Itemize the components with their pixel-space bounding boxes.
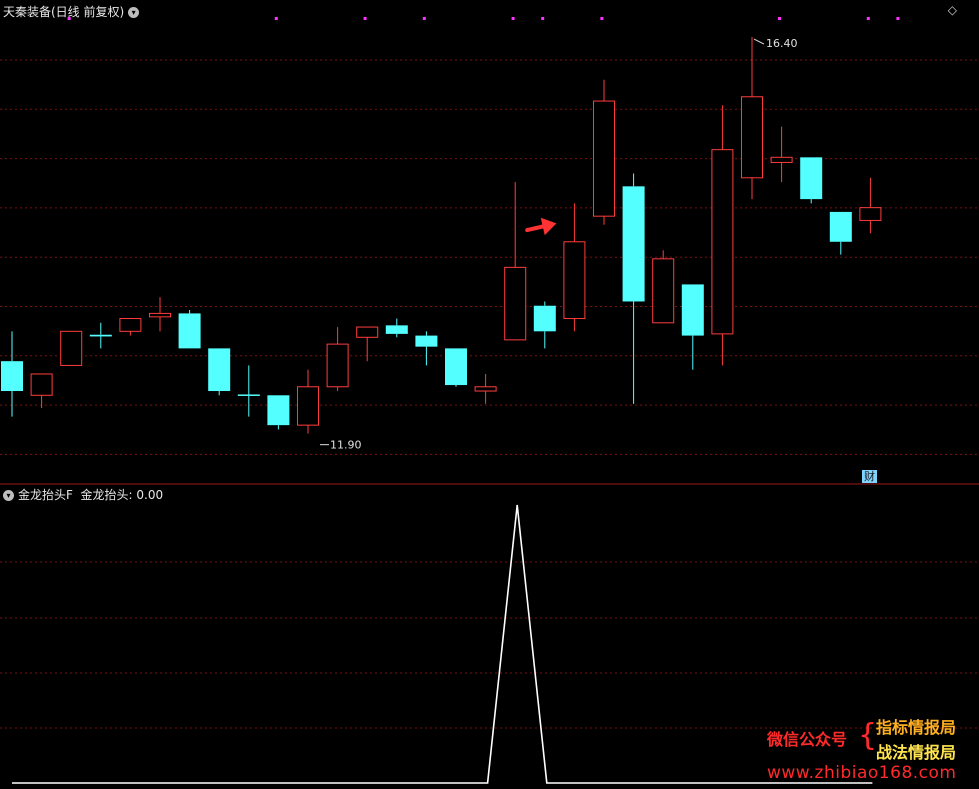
- candle-up: [711, 105, 734, 366]
- candle-body: [89, 334, 112, 337]
- candle-up: [563, 203, 586, 332]
- signal-markers: [67, 17, 900, 20]
- price-gridlines: [0, 59, 979, 455]
- candle-up: [60, 330, 83, 366]
- candle-body: [770, 156, 793, 163]
- candle-body: [149, 312, 171, 318]
- candle-body: [208, 348, 231, 392]
- candle-body: [741, 96, 763, 179]
- candle-body: [829, 211, 852, 242]
- candle-body: [356, 326, 379, 338]
- candle-up: [119, 318, 142, 336]
- candle-up: [770, 126, 793, 183]
- candle-up: [30, 373, 53, 409]
- candle-up: [149, 297, 171, 332]
- up-arrow-annotation: [525, 217, 557, 236]
- candle-body: [504, 266, 527, 341]
- candle-body: [533, 305, 556, 332]
- candle-up: [326, 327, 349, 392]
- candle-up: [297, 369, 319, 434]
- candle-down: [178, 310, 201, 349]
- candle-body: [415, 335, 438, 347]
- candle-up: [474, 373, 497, 404]
- signal-dot: [422, 17, 426, 20]
- signal-dot: [866, 17, 870, 20]
- signal-dot: [274, 17, 278, 20]
- candle-down: [208, 348, 231, 396]
- arrow-shaft: [525, 224, 545, 233]
- signal-dot: [363, 17, 367, 20]
- candle-body: [652, 258, 675, 324]
- candle-down: [445, 348, 467, 387]
- finance-badge[interactable]: 财: [862, 470, 877, 483]
- candle-body: [385, 325, 408, 334]
- candle-body: [474, 386, 497, 392]
- candle-body: [119, 318, 142, 332]
- signal-dot: [600, 17, 604, 20]
- candle-down: [415, 331, 438, 366]
- title-dropdown-icon[interactable]: ▾: [128, 7, 140, 18]
- candle-down: [681, 284, 704, 370]
- candle-body: [1, 361, 23, 392]
- low-price-label: 11.90: [330, 439, 362, 452]
- candle-up: [741, 37, 763, 200]
- indicator-line-jinlong: [12, 504, 873, 784]
- candle-body: [563, 241, 586, 320]
- candle-body: [267, 395, 290, 426]
- candle-body: [326, 343, 349, 388]
- candle-body: [297, 386, 319, 426]
- indicator-name: 金龙抬头F: [18, 488, 73, 502]
- watermark-url: www.zhibiao168.com: [767, 763, 957, 783]
- candle-up: [356, 326, 379, 362]
- candle-up: [593, 79, 615, 225]
- indicator-title-bar: ▾ 金龙抬头F 金龙抬头: 0.00: [3, 486, 163, 503]
- candle-body: [237, 394, 260, 396]
- indicator-gridlines: [0, 561, 979, 729]
- indicator-dropdown-icon[interactable]: ▾: [3, 490, 14, 501]
- candle-down: [800, 157, 823, 204]
- candlestick-series[interactable]: [1, 37, 882, 434]
- candle-body: [622, 186, 645, 302]
- candle-down: [237, 365, 260, 417]
- high-price-label: 16.40: [766, 37, 798, 50]
- signal-dot: [541, 17, 545, 20]
- candle-up: [859, 177, 882, 234]
- candle-body: [859, 207, 882, 221]
- signal-dot: [896, 17, 900, 20]
- arrow-head: [540, 217, 557, 236]
- candle-body: [593, 100, 615, 217]
- indicator-value: 金龙抬头: 0.00: [80, 488, 164, 502]
- candle-down: [267, 395, 290, 430]
- candle-body: [178, 313, 201, 349]
- watermark-line-2: 战法情报局: [876, 743, 957, 762]
- diamond-icon[interactable]: ◇: [948, 3, 957, 17]
- watermark-wechat-label: 微信公众号: [767, 730, 848, 749]
- candle-body: [445, 348, 467, 386]
- stock-title: 天秦装备(日线 前复权): [3, 5, 125, 19]
- candle-down: [89, 322, 112, 349]
- signal-dot: [778, 17, 781, 20]
- candle-down: [385, 318, 408, 338]
- candle-body: [30, 373, 53, 396]
- watermark-line-1: 指标情报局: [876, 718, 957, 737]
- signal-dot: [511, 17, 515, 20]
- candle-up: [652, 250, 675, 324]
- candle-body: [681, 284, 704, 336]
- candle-body: [60, 330, 83, 366]
- candle-down: [829, 211, 852, 255]
- candle-down: [533, 301, 556, 349]
- candle-body: [711, 149, 734, 335]
- chart-canvas[interactable]: 16.40 11.90: [0, 0, 979, 789]
- candle-body: [800, 157, 823, 200]
- candle-down: [1, 331, 23, 417]
- candle-up: [504, 182, 527, 341]
- candle-down: [622, 173, 645, 404]
- high-pointer-line: [753, 38, 765, 45]
- main-chart-title: 天秦装备(日线 前复权) ▾: [3, 3, 140, 20]
- watermark-brace: {: [858, 718, 878, 753]
